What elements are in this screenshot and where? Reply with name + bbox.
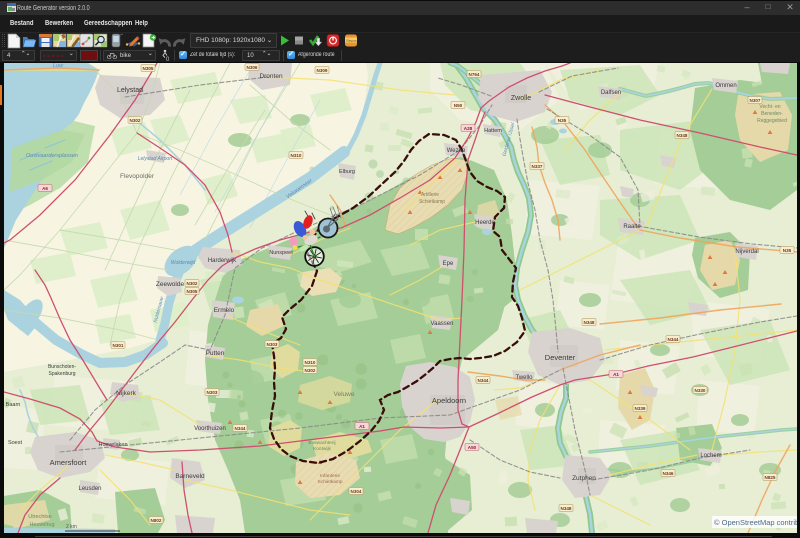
svg-text:N348: N348 (677, 133, 688, 138)
svg-text:N35: N35 (558, 118, 567, 123)
svg-text:Soest: Soest (8, 440, 23, 446)
svg-text:N346: N346 (663, 471, 674, 476)
svg-text:Deventer: Deventer (545, 353, 576, 362)
svg-text:N310: N310 (305, 360, 316, 365)
svg-text:N339: N339 (635, 406, 646, 411)
svg-text:Hoevelaken: Hoevelaken (98, 442, 127, 448)
svg-text:Harderwijk: Harderwijk (208, 258, 237, 264)
svg-text:© OpenStreetMap contribu: © OpenStreetMap contribu (714, 518, 797, 527)
svg-text:Nijkerk: Nijkerk (116, 390, 137, 397)
svg-text:N303: N303 (207, 390, 218, 395)
svg-text:N305: N305 (187, 289, 198, 294)
svg-text:Barneveld: Barneveld (175, 473, 205, 480)
svg-text:N344: N344 (668, 337, 679, 342)
svg-text:N303: N303 (267, 342, 278, 347)
svg-text:N344: N344 (478, 378, 489, 383)
svg-text:Hattem: Hattem (484, 128, 502, 134)
svg-text:Veluwe: Veluwe (334, 391, 355, 398)
svg-text:N825: N825 (765, 475, 776, 480)
svg-text:Zeewolde: Zeewolde (156, 281, 185, 288)
svg-text:Lochem: Lochem (700, 453, 721, 459)
svg-text:Nunspeet: Nunspeet (269, 250, 293, 256)
svg-text:Schietkamp: Schietkamp (419, 199, 445, 205)
svg-text:Apeldoorn: Apeldoorn (432, 396, 466, 405)
svg-text:A50: A50 (468, 445, 477, 450)
svg-text:A1: A1 (613, 372, 619, 377)
svg-text:Wezep: Wezep (447, 148, 466, 154)
svg-text:Putten: Putten (206, 350, 225, 357)
svg-text:N348: N348 (561, 506, 572, 511)
svg-text:Raalte: Raalte (623, 224, 641, 230)
svg-text:Kootwijk: Kootwijk (313, 446, 331, 452)
svg-text:Vaassen: Vaassen (431, 321, 454, 327)
svg-text:N310: N310 (291, 153, 302, 158)
svg-text:Resum: Resum (346, 39, 356, 43)
svg-text:Leusden: Leusden (78, 486, 101, 492)
svg-text:0: 0 (166, 57, 170, 62)
svg-text:Ermelo: Ermelo (214, 307, 235, 314)
svg-text:N306: N306 (247, 65, 258, 70)
svg-text:N348: N348 (584, 320, 595, 325)
svg-text:Bunschoten-: Bunschoten- (48, 364, 76, 370)
svg-text:Dronten: Dronten (259, 73, 283, 80)
svg-text:N802: N802 (151, 518, 162, 523)
svg-text:N35: N35 (783, 248, 792, 253)
svg-text:Schietkamp: Schietkamp (317, 479, 342, 485)
svg-text:Lelystad Airport: Lelystad Airport (138, 156, 173, 162)
svg-text:Heuvelrug: Heuvelrug (29, 522, 54, 528)
svg-text:N304: N304 (351, 489, 362, 494)
svg-text:A1: A1 (359, 424, 365, 429)
svg-text:N309: N309 (317, 68, 328, 73)
svg-text:N344: N344 (235, 426, 246, 431)
svg-text:Utrechtse: Utrechtse (28, 514, 52, 520)
svg-text:Zwolle: Zwolle (511, 95, 531, 102)
svg-text:N302: N302 (187, 281, 198, 286)
svg-text:Wolderwijd: Wolderwijd (171, 260, 196, 266)
svg-text:Flevopolder: Flevopolder (120, 173, 155, 180)
svg-text:Zutphen: Zutphen (572, 475, 596, 482)
svg-text:N330: N330 (695, 388, 706, 393)
svg-text:N307: N307 (750, 98, 761, 103)
svg-text:Amersfoort: Amersfoort (50, 458, 88, 467)
svg-text:N305: N305 (143, 66, 154, 71)
svg-text:A6: A6 (42, 186, 48, 191)
svg-text:Oostvaardersplassen: Oostvaardersplassen (26, 153, 78, 159)
svg-text:Vecht- en: Vecht- en (759, 104, 780, 110)
svg-text:N337: N337 (532, 164, 543, 169)
svg-text:Dalfsen: Dalfsen (601, 90, 621, 96)
svg-text:N302: N302 (305, 368, 316, 373)
svg-text:Boswachterij: Boswachterij (308, 440, 335, 446)
svg-text:Spakenburg: Spakenburg (49, 371, 76, 377)
svg-text:Luw: Luw (53, 63, 64, 69)
svg-text:Elburg: Elburg (339, 169, 355, 175)
svg-text:N302: N302 (130, 118, 141, 123)
svg-text:Twello: Twello (515, 375, 533, 381)
svg-text:2 km: 2 km (66, 524, 77, 530)
svg-text:Beneden-: Beneden- (761, 111, 783, 117)
svg-text:Reggegebied: Reggegebied (757, 118, 787, 124)
svg-text:N764: N764 (469, 72, 480, 77)
svg-text:N50: N50 (454, 103, 463, 108)
svg-text:Nijverdal: Nijverdal (735, 249, 758, 255)
svg-text:Baarn: Baarn (6, 402, 21, 408)
svg-text:Artillerie: Artillerie (421, 192, 439, 198)
svg-text:Lelystad: Lelystad (117, 87, 143, 94)
svg-text:Infanterie: Infanterie (320, 473, 340, 479)
svg-text:Heerde: Heerde (475, 220, 495, 226)
svg-text:A28: A28 (464, 126, 473, 131)
svg-text:N301: N301 (113, 343, 124, 348)
svg-text:Ommen: Ommen (715, 83, 736, 89)
svg-text:Epe: Epe (443, 261, 454, 267)
svg-text:Voorthuizen: Voorthuizen (194, 426, 226, 432)
